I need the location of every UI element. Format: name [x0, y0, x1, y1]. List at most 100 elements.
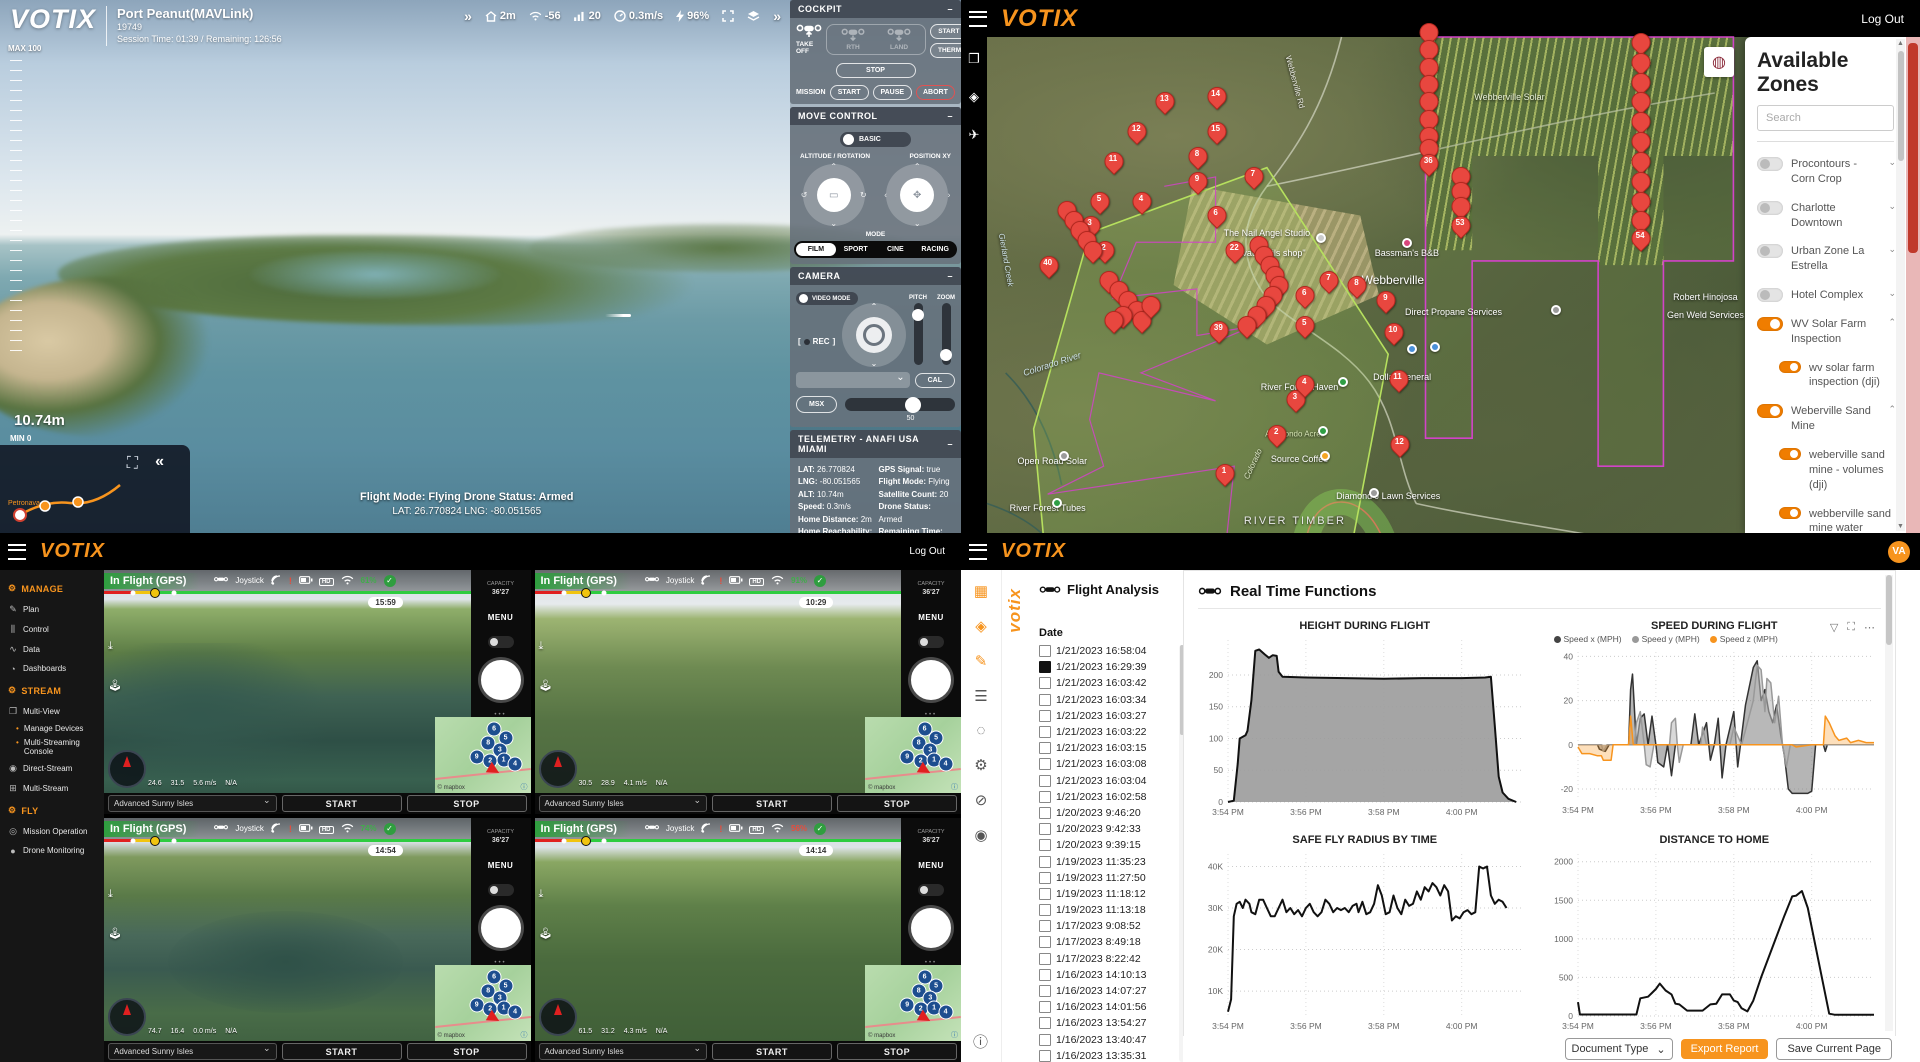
date-checkbox[interactable]	[1039, 888, 1051, 900]
menu-button[interactable]: MENU	[918, 613, 944, 622]
collapse-icon[interactable]: «	[155, 453, 164, 471]
cal-button[interactable]: CAL	[915, 373, 955, 388]
rec-button[interactable]: [REC]	[798, 337, 835, 346]
waypoint-marker[interactable]: 54	[1632, 229, 1649, 253]
shutter-button[interactable]	[481, 908, 521, 948]
stream-minimap[interactable]: 65839214 © mapbox ⓘ	[865, 717, 961, 793]
date-row[interactable]: 1/16/2023 13:40:47	[1039, 1032, 1179, 1048]
waypoint-marker[interactable]: 5	[1296, 316, 1313, 340]
waypoint-marker[interactable]	[1238, 316, 1255, 340]
waypoint-marker[interactable]	[1104, 311, 1121, 335]
waypoint-marker[interactable]: 8	[1348, 276, 1365, 300]
info-icon[interactable]: ⓘ	[951, 1030, 958, 1040]
map-poi[interactable]	[1551, 305, 1561, 315]
date-row[interactable]: 1/20/2023 9:46:20	[1039, 805, 1179, 821]
sidebar-section-stream[interactable]: ⚙STREAM	[0, 678, 104, 701]
zone-item[interactable]: WV Solar Farm Inspection⌃	[1745, 310, 1906, 354]
bolt-icon[interactable]: 96%	[676, 10, 709, 22]
position-joystick[interactable]: ⌃⌄‹› ✥	[886, 164, 948, 226]
sidebar-item[interactable]: ●Drone Monitoring	[0, 841, 104, 860]
sidebar-item[interactable]: ⊞Multi-Stream	[0, 778, 104, 798]
photo-video-toggle[interactable]	[918, 884, 944, 896]
hamburger-icon[interactable]	[969, 544, 987, 560]
date-checkbox[interactable]	[1039, 872, 1051, 884]
hamburger-icon[interactable]	[8, 544, 26, 560]
date-row[interactable]: 1/21/2023 16:58:04	[1039, 643, 1179, 659]
zone-subitem[interactable]: webberville sand mine water assessment (…	[1745, 500, 1906, 534]
waypoint-marker[interactable]: 1	[1215, 464, 1232, 488]
date-checkbox[interactable]	[1039, 677, 1051, 689]
waypoint-marker[interactable]	[1084, 241, 1101, 265]
waypoint-marker[interactable]: 39	[1210, 321, 1227, 345]
stream-minimap[interactable]: 65839214 © mapbox ⓘ	[435, 965, 531, 1041]
waypoint-marker[interactable]: 11	[1389, 370, 1406, 394]
stop-button[interactable]: STOP	[837, 1043, 957, 1060]
waypoint-icon[interactable]: ◈	[969, 89, 979, 105]
date-checkbox[interactable]	[1039, 1050, 1051, 1062]
zoom-slider[interactable]	[942, 303, 951, 365]
date-checkbox[interactable]	[1039, 694, 1051, 706]
date-row[interactable]: 1/21/2023 16:03:04	[1039, 773, 1179, 789]
date-checkbox[interactable]	[1039, 775, 1051, 787]
camera-source-dropdown[interactable]	[796, 372, 910, 388]
download-icon[interactable]: ⤓	[539, 640, 553, 653]
circle-icon[interactable]: ◌	[977, 722, 986, 739]
date-checkbox[interactable]	[1039, 936, 1051, 948]
date-checkbox[interactable]	[1039, 1001, 1051, 1013]
minimize-icon[interactable]: –	[947, 271, 953, 281]
date-row[interactable]: 1/21/2023 16:02:58	[1039, 789, 1179, 805]
date-checkbox[interactable]	[1039, 1034, 1051, 1046]
map-poi[interactable]	[1318, 426, 1328, 436]
zone-item[interactable]: Urban Zone La Estrella⌄	[1745, 237, 1906, 281]
minimize-icon[interactable]: –	[947, 439, 953, 449]
date-checkbox[interactable]	[1039, 726, 1051, 738]
chevron-icon[interactable]: ⌄	[1888, 201, 1896, 212]
waypoint-marker[interactable]: 14	[1207, 87, 1224, 111]
date-checkbox[interactable]	[1039, 904, 1051, 916]
stream-minimap[interactable]: 65839214 © mapbox ⓘ	[865, 965, 961, 1041]
waypoint-marker[interactable]: 53	[1452, 216, 1469, 240]
minimize-icon[interactable]: –	[947, 4, 953, 14]
msx-slider[interactable]	[845, 398, 955, 411]
zone-toggle[interactable]	[1779, 448, 1801, 460]
zone-toggle[interactable]	[1779, 361, 1801, 373]
sliders-icon[interactable]: ☰	[974, 687, 987, 705]
date-row[interactable]: 1/21/2023 16:03:42	[1039, 675, 1179, 691]
mode-sport[interactable]: SPORT	[836, 243, 876, 256]
start-button[interactable]: START	[712, 1043, 832, 1060]
chevron-icon[interactable]: ⌄	[1888, 157, 1896, 168]
mode-cine[interactable]: CINE	[876, 243, 916, 256]
gamepad-icon[interactable]: 🕹︎	[539, 679, 553, 692]
block-icon[interactable]: ⊘	[975, 791, 988, 809]
download-icon[interactable]: ⤓	[108, 888, 122, 901]
gamepad-icon[interactable]: 🕹︎	[539, 927, 553, 940]
menu-button[interactable]: MENU	[488, 613, 514, 622]
layers-icon[interactable]	[747, 10, 760, 22]
mission-select[interactable]: Advanced Sunny Isles	[539, 1043, 708, 1060]
waypoint-marker[interactable]: 12	[1391, 435, 1408, 459]
document-type-select[interactable]: Document Type⌄	[1565, 1038, 1673, 1060]
date-row[interactable]: 1/17/2023 8:22:42	[1039, 951, 1179, 967]
rth-button[interactable]: RTH	[835, 28, 871, 51]
date-row[interactable]: 1/16/2023 14:10:13	[1039, 967, 1179, 983]
logout-link[interactable]: Log Out	[1861, 12, 1904, 26]
date-checkbox[interactable]	[1039, 742, 1051, 754]
waypoint-marker[interactable]: 8	[1188, 147, 1205, 171]
date-checkbox[interactable]	[1039, 856, 1051, 868]
thermal-button[interactable]: THERMAL	[930, 43, 961, 58]
take-off-button[interactable]: TAKE OFF	[796, 24, 822, 55]
minimap[interactable]: ⛶ « Petronava	[0, 445, 190, 533]
save-current-page-button[interactable]: Save Current Page	[1776, 1038, 1892, 1060]
date-checkbox[interactable]	[1039, 953, 1051, 965]
waypoint-marker[interactable]: 15	[1207, 122, 1224, 146]
shapes-icon[interactable]: ◈	[975, 617, 987, 635]
zone-toggle[interactable]	[1757, 157, 1783, 171]
start-button[interactable]: START	[712, 795, 832, 812]
mode-racing[interactable]: RACING	[915, 243, 955, 256]
map-style-button[interactable]: ◍	[1704, 47, 1734, 77]
zone-subitem[interactable]: wv solar farm inspection (dji)	[1745, 354, 1906, 398]
date-checkbox[interactable]	[1039, 807, 1051, 819]
stop-button[interactable]: STOP	[407, 795, 527, 812]
zones-search-input[interactable]: Search	[1757, 105, 1894, 131]
date-row[interactable]: 1/16/2023 13:54:27	[1039, 1015, 1179, 1031]
